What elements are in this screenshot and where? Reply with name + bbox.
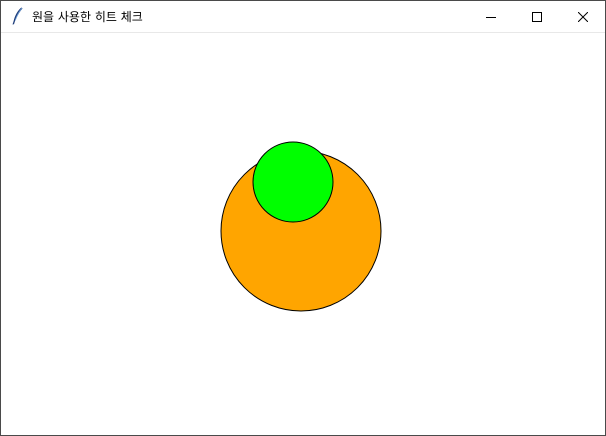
close-button[interactable] <box>560 1 605 32</box>
close-icon <box>577 7 589 26</box>
maximize-icon <box>532 7 542 26</box>
canvas[interactable] <box>1 33 605 435</box>
green-circle[interactable] <box>252 141 334 223</box>
maximize-button[interactable] <box>514 1 560 32</box>
feather-icon <box>9 6 25 26</box>
app-window: 원을 사용한 히트 체크 <box>0 0 606 436</box>
minimize-button[interactable] <box>468 1 514 32</box>
minimize-icon <box>486 7 496 26</box>
title-bar[interactable]: 원을 사용한 히트 체크 <box>1 1 605 33</box>
window-title: 원을 사용한 히트 체크 <box>32 10 143 24</box>
canvas-drawing <box>220 141 382 312</box>
